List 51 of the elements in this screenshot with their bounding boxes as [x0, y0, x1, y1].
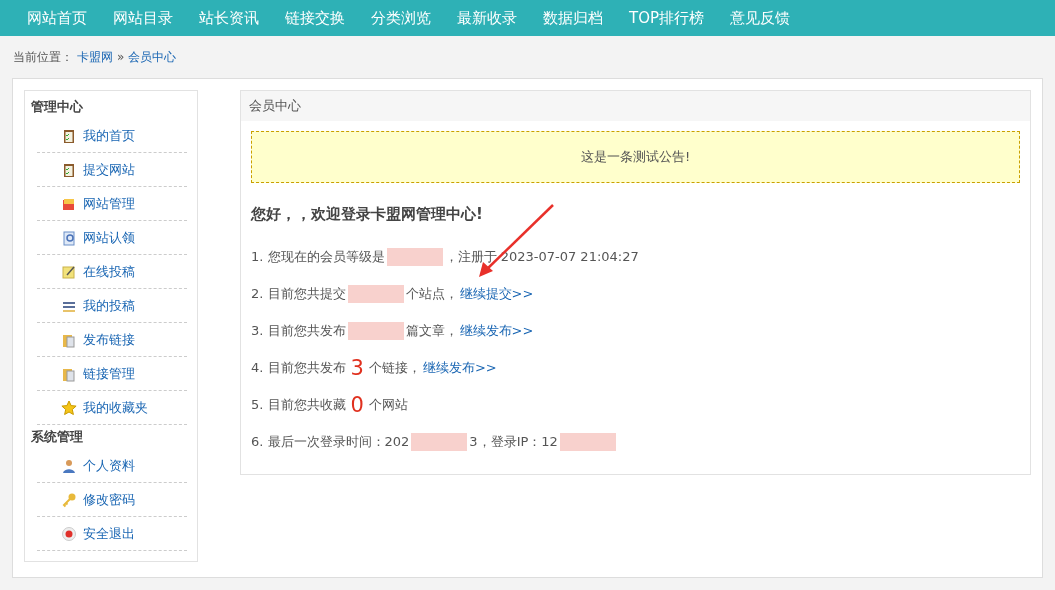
sidebar-item[interactable]: 发布链接 — [37, 323, 187, 357]
document-search-icon — [61, 229, 77, 246]
info-text: 个链接， — [368, 358, 421, 377]
info-text: 篇文章， — [405, 321, 458, 340]
info-text: 个站点， — [405, 284, 458, 303]
record-icon — [61, 525, 77, 542]
breadcrumb-separator: » — [117, 50, 125, 64]
continue-link[interactable]: 继续发布>> — [459, 321, 534, 340]
info-text: 1. 您现在的会员等级是 — [251, 247, 385, 266]
user-icon — [61, 457, 77, 474]
info-text: 3，登录IP：12 — [469, 432, 558, 451]
info-text: 6. 最后一次登录时间：202 — [251, 432, 410, 451]
continue-link[interactable]: 继续发布>> — [422, 358, 497, 377]
sidebar-heading: 管理中心 — [31, 98, 84, 116]
redacted-block — [559, 432, 616, 451]
info-text: ，注册于 2023-07-07 21:04:27 — [444, 247, 639, 266]
sidebar-item[interactable]: 网站管理 — [37, 187, 187, 221]
key-icon — [61, 491, 77, 508]
sidebar-item[interactable]: 网站认领 — [37, 221, 187, 255]
sidebar-item[interactable]: 个人资料 — [37, 449, 187, 483]
breadcrumb-link[interactable]: 会员中心 — [128, 48, 177, 66]
sidebar-item[interactable]: 我的收藏夹 — [37, 391, 187, 425]
redacted-block — [347, 321, 404, 340]
note-pencil-icon — [61, 263, 77, 280]
info-text: 2. 目前您共提交 — [251, 284, 346, 303]
info-text: 4. 目前您共发布 — [251, 358, 346, 377]
breadcrumb-label: 当前位置： — [13, 48, 73, 66]
continue-link[interactable]: 继续提交>> — [459, 284, 534, 303]
sidebar-item[interactable]: 链接管理 — [37, 357, 187, 391]
sidebar-item[interactable]: 我的投稿 — [37, 289, 187, 323]
panel-header: 会员中心 — [241, 91, 1030, 121]
sidebar-heading: 系统管理 — [31, 428, 84, 446]
info-text: 5. 目前您共收藏 — [251, 395, 346, 414]
redacted-block — [347, 284, 404, 303]
sidebar-item[interactable]: 修改密码 — [37, 483, 187, 517]
clipboard-icon — [61, 161, 77, 178]
count-number: 0 — [350, 392, 364, 417]
info-text: 3. 目前您共发布 — [251, 321, 346, 340]
clipboard-icon — [61, 127, 77, 144]
redacted-block — [386, 247, 443, 266]
sidebar-item[interactable]: 安全退出 — [37, 517, 187, 551]
sidebar-item[interactable]: 在线投稿 — [37, 255, 187, 289]
notice-banner: 这是一条测试公告! — [251, 131, 1020, 183]
count-number: 3 — [350, 355, 364, 380]
sidebar-item[interactable]: 我的首页 — [37, 119, 187, 153]
sidebar-item[interactable]: 提交网站 — [37, 153, 187, 187]
breadcrumb-link[interactable]: 卡盟网 — [77, 48, 113, 66]
redacted-block — [411, 432, 468, 451]
greeting-text: 您好，，欢迎登录卡盟网管理中心! — [251, 205, 484, 224]
star-icon — [61, 399, 77, 416]
info-text: 个网站 — [368, 395, 408, 414]
